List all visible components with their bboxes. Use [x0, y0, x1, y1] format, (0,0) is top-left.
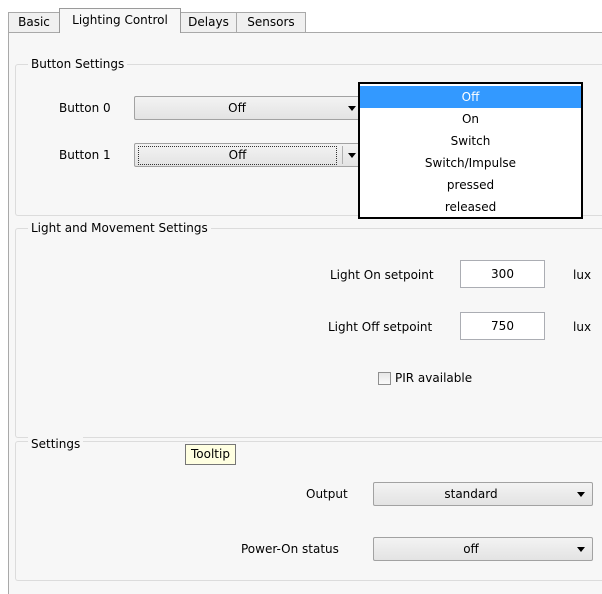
chevron-down-icon: [348, 153, 356, 158]
tab-delays[interactable]: Delays: [180, 12, 237, 32]
light-off-unit: lux: [573, 320, 592, 334]
combo-value: Off: [228, 101, 246, 115]
tab-basic[interactable]: Basic: [8, 12, 60, 32]
button0-label: Button 0: [59, 101, 111, 115]
dropdown-option-pressed[interactable]: pressed: [360, 174, 581, 196]
power-on-select[interactable]: off: [373, 537, 593, 561]
combo-value: off: [463, 542, 479, 556]
output-label: Output: [306, 487, 348, 501]
button-mode-dropdown-list: Off On Switch Switch/Impulse pressed rel…: [358, 82, 583, 219]
group-title: Settings: [28, 436, 84, 452]
pir-checkbox[interactable]: [378, 372, 391, 385]
dropdown-option-switch[interactable]: Switch: [360, 130, 581, 152]
combo-value: Off: [138, 146, 337, 165]
tooltip: Tooltip: [185, 444, 236, 465]
combo-value: standard: [444, 487, 498, 501]
power-on-label: Power-On status: [241, 542, 339, 556]
button1-select[interactable]: Off: [134, 143, 364, 167]
group-light-movement: Light and Movement Settings Light On set…: [15, 220, 602, 438]
chevron-down-icon: [348, 106, 356, 111]
group-title: Light and Movement Settings: [28, 220, 211, 236]
chevron-down-icon: [577, 492, 585, 497]
tab-sensors[interactable]: Sensors: [236, 12, 306, 32]
combo-divider: [342, 146, 343, 164]
light-off-label: Light Off setpoint: [328, 320, 433, 334]
light-on-label: Light On setpoint: [330, 268, 434, 282]
tab-lighting-control[interactable]: Lighting Control: [59, 8, 181, 33]
group-title: Button Settings: [28, 56, 128, 72]
dropdown-option-switch-impulse[interactable]: Switch/Impulse: [360, 152, 581, 174]
dropdown-option-released[interactable]: released: [360, 196, 581, 218]
dropdown-option-on[interactable]: On: [360, 108, 581, 130]
group-settings: Settings Output standard Power-On status…: [15, 436, 602, 581]
light-on-unit: lux: [573, 268, 592, 282]
chevron-down-icon: [577, 547, 585, 552]
button0-select[interactable]: Off: [134, 96, 364, 120]
light-off-input[interactable]: 750: [460, 312, 545, 340]
button1-label: Button 1: [59, 148, 111, 162]
output-select[interactable]: standard: [373, 482, 593, 506]
pir-label: PIR available: [395, 371, 473, 385]
light-on-input[interactable]: 300: [460, 260, 545, 288]
dropdown-option-off[interactable]: Off: [360, 86, 581, 108]
